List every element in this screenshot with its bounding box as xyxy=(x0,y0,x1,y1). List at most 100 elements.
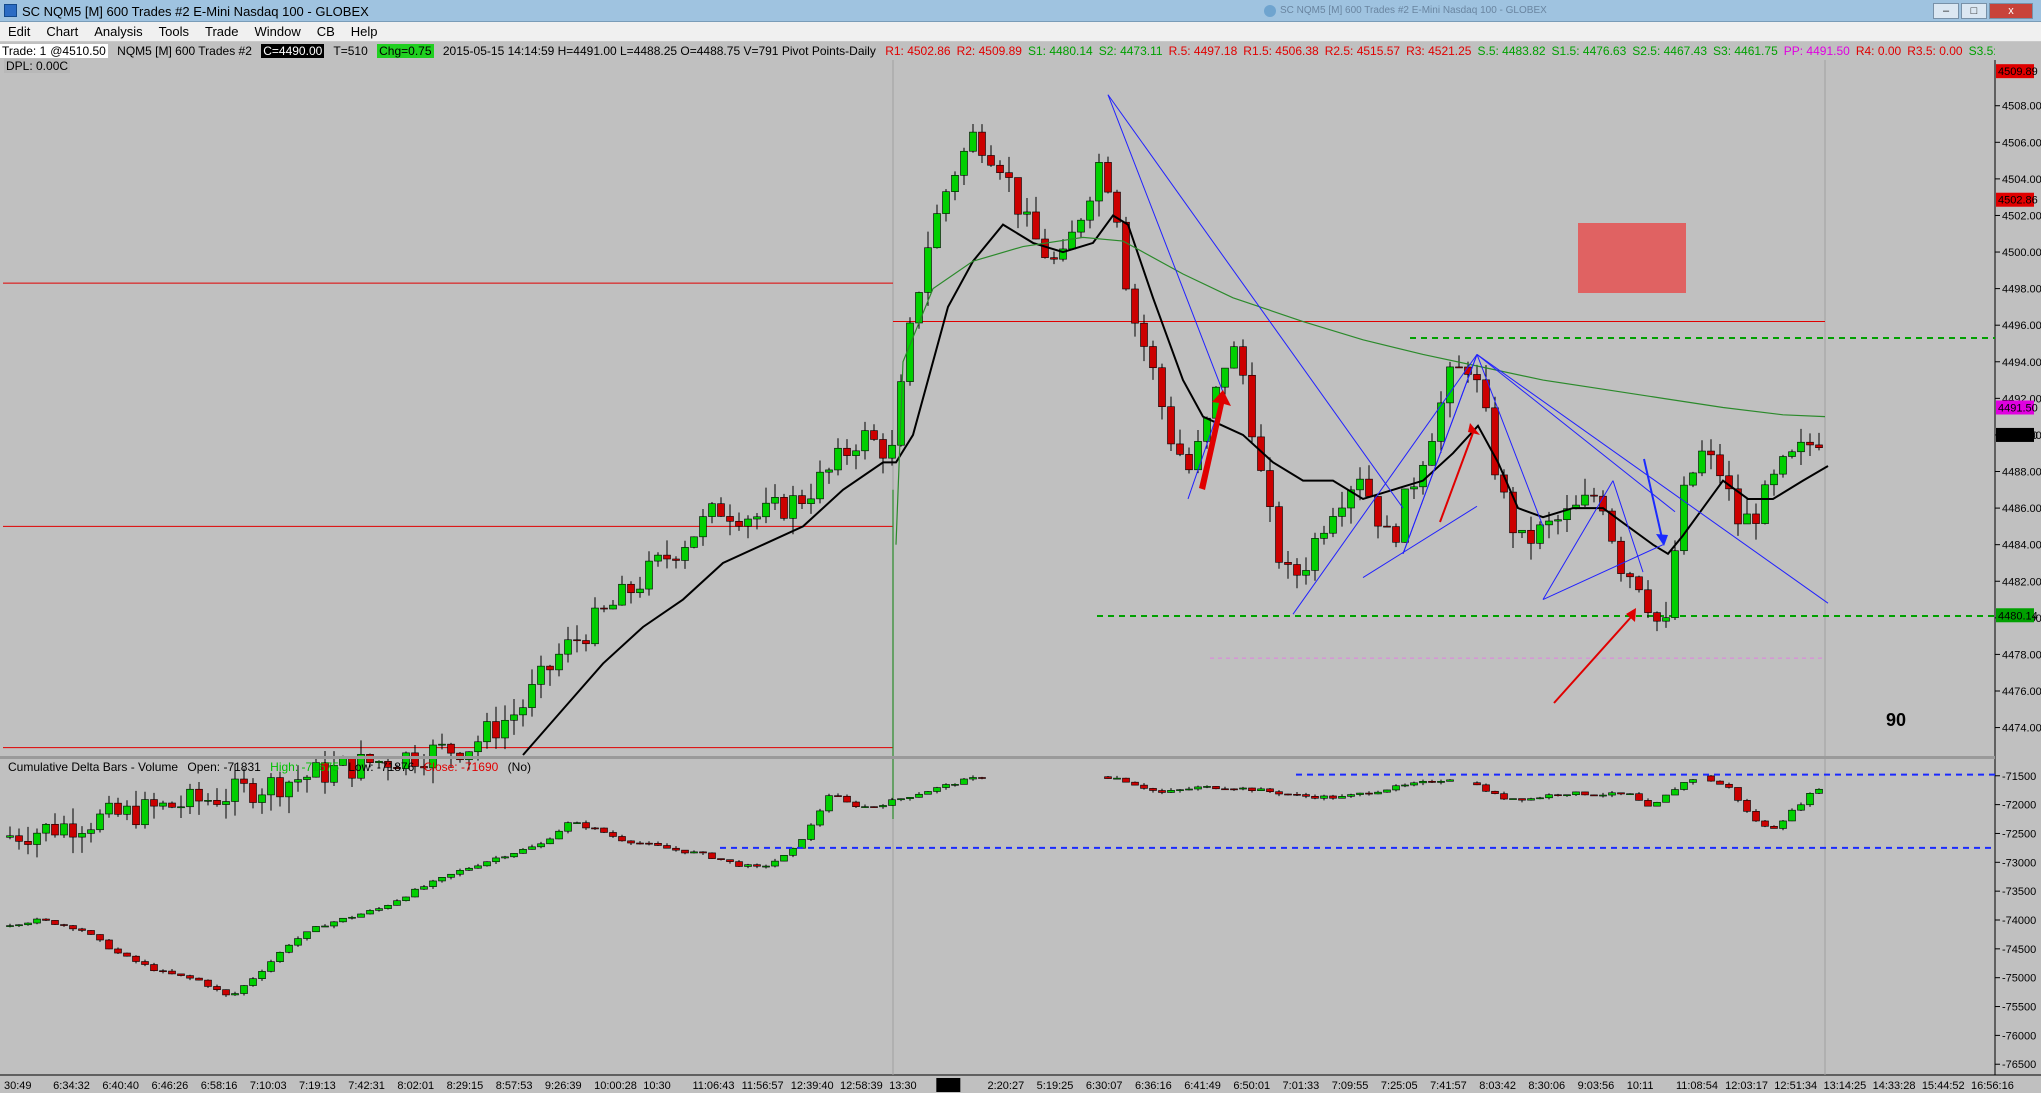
delta-candle xyxy=(1284,793,1292,796)
subgraph-low: Low: -71876 xyxy=(348,760,415,774)
delta-candle xyxy=(726,859,734,862)
price-marker-label: 4491.50 xyxy=(1998,403,2038,415)
delta-candle xyxy=(1680,782,1688,790)
price-chart[interactable]: 4508.00 4506.00 4504.00 4502.00 4500.00 4498.… xyxy=(0,0,2041,1093)
delta-candle xyxy=(1374,791,1382,795)
delta-candle xyxy=(312,926,320,933)
delta-candle xyxy=(231,993,239,996)
delta-candle xyxy=(132,955,140,962)
red-arrow-line[interactable] xyxy=(1439,429,1475,523)
delta-tick-label: -73500 xyxy=(2002,886,2036,898)
delta-candle xyxy=(150,964,158,972)
price-candle xyxy=(1761,484,1769,524)
price-tick-label: 4474.00 xyxy=(2002,723,2041,735)
price-candle xyxy=(1815,444,1823,448)
price-candle xyxy=(24,841,32,845)
delta-candle xyxy=(627,840,635,844)
trendline[interactable] xyxy=(1542,480,1614,600)
price-candle xyxy=(744,518,752,527)
price-candle xyxy=(843,447,851,456)
delta-candle xyxy=(1311,795,1319,799)
time-tick-label: 8:57:53 xyxy=(496,1080,533,1092)
price-marker-label: 4480.14 xyxy=(1998,610,2038,622)
delta-candle xyxy=(1536,797,1544,800)
delta-candle xyxy=(1221,788,1229,791)
price-candle xyxy=(114,802,122,815)
price-candle xyxy=(1671,550,1679,618)
price-candle xyxy=(195,788,203,802)
price-candle xyxy=(1536,524,1544,544)
delta-candle xyxy=(96,934,104,941)
time-tick-label: 5:19:25 xyxy=(1037,1080,1074,1092)
delta-candle xyxy=(582,822,590,829)
price-candle xyxy=(1590,494,1598,497)
price-marker-label: 4502.86 xyxy=(1998,195,2038,207)
delta-tick-label: -75500 xyxy=(2002,1002,2036,1014)
price-candle xyxy=(1797,441,1805,453)
delta-candle xyxy=(636,842,644,845)
delta-candle xyxy=(1617,792,1625,795)
time-tick-label: 6:36:16 xyxy=(1135,1080,1172,1092)
delta-candle xyxy=(1671,789,1679,796)
delta-tick-label: -73000 xyxy=(2002,857,2036,869)
price-candle xyxy=(825,469,833,473)
panel-separator[interactable] xyxy=(0,756,1995,759)
time-tick-label: 10:11 xyxy=(1627,1080,1654,1092)
delta-candle xyxy=(339,917,347,923)
price-candle xyxy=(591,607,599,645)
time-tick-label: 6:34:32 xyxy=(53,1080,90,1092)
delta-candle xyxy=(501,856,509,859)
subgraph-header: Cumulative Delta Bars - Volume Open: -71… xyxy=(8,760,537,774)
price-candle xyxy=(1455,366,1463,369)
price-candle xyxy=(1266,470,1274,507)
highlight-box[interactable] xyxy=(1578,223,1686,293)
price-candle xyxy=(1158,367,1166,407)
price-candle xyxy=(1752,513,1760,524)
blue-arrow-line[interactable] xyxy=(1643,458,1663,539)
time-tick-label: 11:56:57 xyxy=(742,1080,784,1092)
delta-candle xyxy=(141,961,149,965)
delta-candle xyxy=(618,836,626,842)
price-candle xyxy=(609,604,617,610)
delta-candle xyxy=(1140,784,1148,789)
price-candle xyxy=(501,719,509,739)
blue-arrowhead[interactable] xyxy=(1656,534,1668,546)
delta-candle xyxy=(1743,800,1751,812)
price-candle xyxy=(807,498,815,504)
price-candle xyxy=(816,471,824,500)
time-tick-label: 8:29:15 xyxy=(447,1080,484,1092)
price-candle xyxy=(798,495,806,504)
price-candle xyxy=(681,547,689,561)
price-candle xyxy=(1770,473,1778,486)
price-candle xyxy=(1122,221,1130,290)
price-candle xyxy=(132,805,140,826)
delta-candle xyxy=(24,922,32,926)
delta-candle xyxy=(411,888,419,898)
delta-candle xyxy=(114,948,122,954)
red-arrow-line[interactable] xyxy=(1553,615,1633,704)
delta-candle xyxy=(1212,786,1220,790)
delta-candle xyxy=(159,970,167,973)
delta-candle xyxy=(1626,793,1634,796)
price-candle xyxy=(1140,322,1148,347)
time-tick-label: 16:56:16 xyxy=(1971,1080,2014,1092)
price-candle xyxy=(1185,454,1193,471)
price-candle xyxy=(726,516,734,522)
price-candle xyxy=(933,213,941,249)
delta-candle xyxy=(348,916,356,919)
price-candle xyxy=(474,741,482,753)
price-candle xyxy=(870,430,878,440)
price-marker-label: 4509.89 xyxy=(1998,66,2038,78)
price-candle xyxy=(1491,407,1499,476)
price-candle xyxy=(735,520,743,527)
delta-candle xyxy=(591,827,599,830)
delta-candle xyxy=(897,798,905,801)
delta-candle xyxy=(771,860,779,867)
price-candle xyxy=(546,665,554,671)
price-candle xyxy=(888,444,896,459)
price-candle xyxy=(627,583,635,594)
delta-candle xyxy=(1563,794,1571,797)
price-candle xyxy=(1743,513,1751,525)
delta-candle xyxy=(510,853,518,858)
price-candle xyxy=(789,495,797,519)
